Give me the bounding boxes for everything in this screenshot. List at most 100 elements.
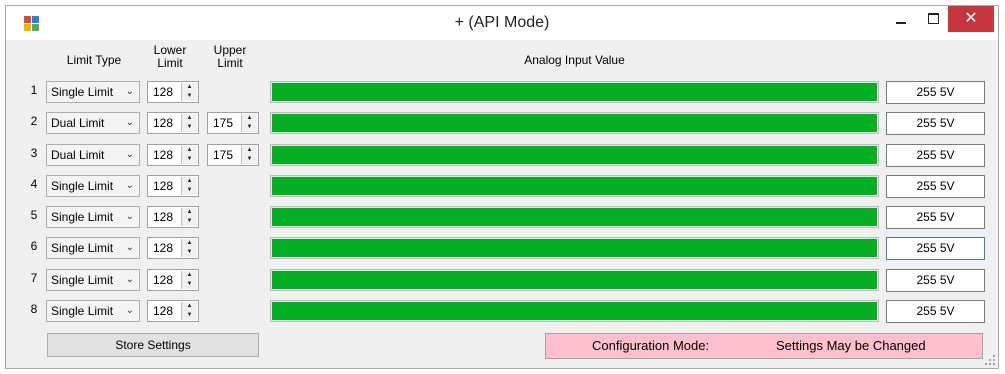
header-analog-input-value: Analog Input Value	[524, 53, 625, 67]
limit-type-value: Single Limit	[51, 210, 114, 224]
limit-type-value: Single Limit	[51, 273, 114, 287]
arrow-up-icon[interactable]: ▲	[242, 146, 257, 155]
row-number: 6	[30, 239, 38, 253]
analog-progress-bar	[270, 206, 879, 228]
arrow-down-icon[interactable]: ▼	[182, 123, 197, 132]
lower-limit-value: 128	[153, 210, 174, 224]
arrow-up-icon[interactable]: ▲	[242, 114, 257, 123]
arrow-down-icon[interactable]: ▼	[242, 123, 257, 132]
limit-type-select[interactable]: Single Limit ⌄	[46, 175, 140, 197]
arrow-down-icon[interactable]: ▼	[182, 311, 197, 320]
chevron-down-icon[interactable]: ⌄	[126, 301, 134, 321]
chevron-down-icon[interactable]: ⌄	[126, 145, 134, 165]
analog-progress-fill	[272, 208, 877, 226]
arrow-down-icon[interactable]: ▼	[242, 155, 257, 164]
lower-limit-stepper[interactable]: 128 ▲ ▼	[147, 237, 199, 259]
arrow-down-icon[interactable]: ▼	[182, 280, 197, 289]
limit-type-select[interactable]: Single Limit ⌄	[46, 237, 140, 259]
analog-progress-fill	[272, 302, 877, 320]
arrow-down-icon[interactable]: ▼	[182, 92, 197, 101]
upper-limit-value: 175	[213, 148, 234, 162]
lower-limit-stepper[interactable]: 128 ▲ ▼	[147, 206, 199, 228]
analog-progress-fill	[272, 114, 877, 132]
chevron-down-icon[interactable]: ⌄	[126, 207, 134, 227]
arrow-up-icon[interactable]: ▲	[182, 271, 197, 280]
arrow-down-icon[interactable]: ▼	[182, 217, 197, 226]
analog-progress-bar	[270, 175, 879, 197]
analog-value-field[interactable]: 255 5V	[886, 237, 985, 260]
minimize-button[interactable]	[886, 6, 916, 32]
chevron-down-icon[interactable]: ⌄	[126, 238, 134, 258]
arrow-down-icon[interactable]: ▼	[182, 186, 197, 195]
header-lower-limit-line2: Limit	[157, 56, 183, 70]
analog-progress-bar	[270, 144, 879, 166]
lower-limit-value: 128	[153, 148, 174, 162]
header-lower-limit: Lower Limit	[144, 44, 196, 70]
analog-value-field[interactable]: 255 5V	[886, 144, 985, 167]
chevron-down-icon[interactable]: ⌄	[126, 113, 134, 133]
upper-limit-stepper[interactable]: 175 ▲ ▼	[207, 112, 259, 134]
store-settings-button[interactable]: Store Settings	[47, 333, 259, 357]
arrow-down-icon[interactable]: ▼	[182, 155, 197, 164]
limit-type-value: Single Limit	[51, 85, 114, 99]
lower-limit-stepper[interactable]: 128 ▲ ▼	[147, 112, 199, 134]
arrow-up-icon[interactable]: ▲	[182, 146, 197, 155]
row-number: 2	[30, 114, 38, 128]
upper-limit-stepper[interactable]: 175 ▲ ▼	[207, 144, 259, 166]
arrow-up-icon[interactable]: ▲	[182, 302, 197, 311]
analog-value-field[interactable]: 255 5V	[886, 81, 985, 104]
analog-value-field[interactable]: 255 5V	[886, 175, 985, 198]
arrow-up-icon[interactable]: ▲	[182, 208, 197, 217]
arrow-up-icon[interactable]: ▲	[182, 114, 197, 123]
lower-limit-stepper[interactable]: 128 ▲ ▼	[147, 300, 199, 322]
chevron-down-icon[interactable]: ⌄	[126, 270, 134, 290]
analog-progress-bar	[270, 300, 879, 322]
stepper-arrows: ▲ ▼	[241, 146, 257, 164]
lower-limit-stepper[interactable]: 128 ▲ ▼	[147, 81, 199, 103]
analog-progress-fill	[272, 239, 877, 257]
limit-type-select[interactable]: Dual Limit ⌄	[46, 144, 140, 166]
analog-value-field[interactable]: 255 5V	[886, 269, 985, 292]
limit-type-select[interactable]: Single Limit ⌄	[46, 269, 140, 291]
arrow-up-icon[interactable]: ▲	[182, 239, 197, 248]
analog-progress-bar	[270, 81, 879, 103]
close-button[interactable]: ✕	[948, 6, 994, 32]
arrow-down-icon[interactable]: ▼	[182, 248, 197, 257]
limit-type-value: Dual Limit	[51, 116, 105, 130]
analog-progress-fill	[272, 83, 877, 101]
row-number: 3	[30, 146, 38, 160]
limit-type-value: Single Limit	[51, 179, 114, 193]
analog-value-field[interactable]: 255 5V	[886, 206, 985, 229]
row-number: 7	[30, 271, 38, 285]
lower-limit-stepper[interactable]: 128 ▲ ▼	[147, 144, 199, 166]
upper-limit-value: 175	[213, 116, 234, 130]
lower-limit-value: 128	[153, 241, 174, 255]
arrow-up-icon[interactable]: ▲	[182, 83, 197, 92]
limit-type-select[interactable]: Single Limit ⌄	[46, 81, 140, 103]
stepper-arrows: ▲ ▼	[181, 208, 197, 226]
chevron-down-icon[interactable]: ⌄	[126, 82, 134, 102]
lower-limit-value: 128	[153, 85, 174, 99]
row-number: 5	[30, 208, 38, 222]
maximize-button[interactable]	[918, 6, 948, 32]
analog-progress-fill	[272, 146, 877, 164]
arrow-up-icon[interactable]: ▲	[182, 177, 197, 186]
row-number: 4	[30, 177, 38, 191]
lower-limit-stepper[interactable]: 128 ▲ ▼	[147, 175, 199, 197]
limit-type-value: Dual Limit	[51, 148, 105, 162]
limit-type-select[interactable]: Single Limit ⌄	[46, 300, 140, 322]
resize-grip-icon[interactable]	[985, 355, 995, 365]
header-limit-type: Limit Type	[66, 53, 122, 67]
analog-value-field[interactable]: 255 5V	[886, 300, 985, 323]
status-message: Settings May be Changed	[776, 338, 926, 353]
limit-type-select[interactable]: Dual Limit ⌄	[46, 112, 140, 134]
analog-value-field[interactable]: 255 5V	[886, 112, 985, 135]
chevron-down-icon[interactable]: ⌄	[126, 176, 134, 196]
limit-type-select[interactable]: Single Limit ⌄	[46, 206, 140, 228]
header-upper-limit-line2: Limit	[217, 56, 243, 70]
stepper-arrows: ▲ ▼	[181, 271, 197, 289]
main-window: + (API Mode) ✕ Limit Type Lower Limit Up…	[5, 5, 999, 369]
analog-progress-fill	[272, 177, 877, 195]
limit-type-value: Single Limit	[51, 304, 114, 318]
lower-limit-stepper[interactable]: 128 ▲ ▼	[147, 269, 199, 291]
